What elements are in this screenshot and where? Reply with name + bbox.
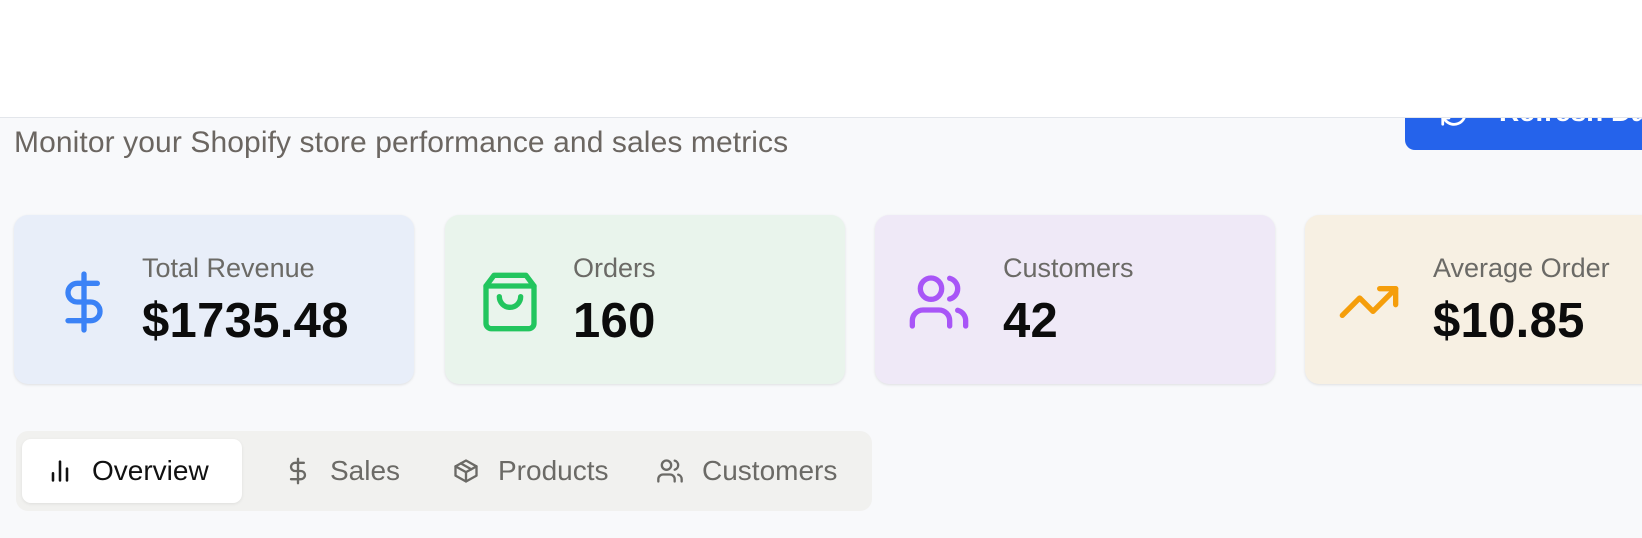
tab-sales[interactable]: Sales — [260, 439, 424, 503]
stat-value: $10.85 — [1433, 294, 1585, 348]
stat-value: $1735.48 — [142, 294, 349, 348]
shopping-bag-icon — [483, 272, 537, 332]
stat-card-total-revenue: Total Revenue $1735.48 — [14, 215, 414, 384]
tab-products[interactable]: Products — [428, 439, 633, 503]
package-icon — [454, 459, 478, 483]
tab-label: Sales — [330, 455, 401, 486]
users-icon — [909, 275, 969, 329]
users-icon — [657, 459, 683, 483]
dollar-icon — [65, 271, 103, 333]
stat-card-orders: Orders 160 — [445, 215, 845, 384]
trending-up-icon — [1339, 286, 1399, 318]
stat-card-average-order: Average Order $10.85 — [1305, 215, 1642, 384]
tab-customers[interactable]: Customers — [632, 439, 861, 503]
dashboard-tabs: Overview Sales Products Customers — [16, 431, 872, 511]
stat-value: 160 — [573, 294, 656, 348]
bar-chart-icon — [51, 460, 69, 482]
tab-label: Overview — [92, 455, 209, 486]
top-header-bar — [0, 0, 1642, 118]
stat-label: Total Revenue — [142, 253, 315, 283]
stat-card-customers: Customers 42 — [875, 215, 1275, 384]
stat-value: 42 — [1003, 294, 1059, 348]
tab-label: Products — [498, 455, 609, 486]
tab-overview[interactable]: Overview — [22, 439, 242, 503]
dashboard-page: Refresh Da Monitor your Shopify store pe… — [0, 0, 1642, 538]
dollar-icon — [289, 457, 307, 485]
stat-label: Customers — [1003, 253, 1134, 283]
tab-label: Customers — [702, 455, 838, 486]
stat-label: Orders — [573, 253, 656, 283]
stat-label: Average Order — [1433, 253, 1610, 283]
page-subtitle: Monitor your Shopify store performance a… — [14, 126, 789, 159]
